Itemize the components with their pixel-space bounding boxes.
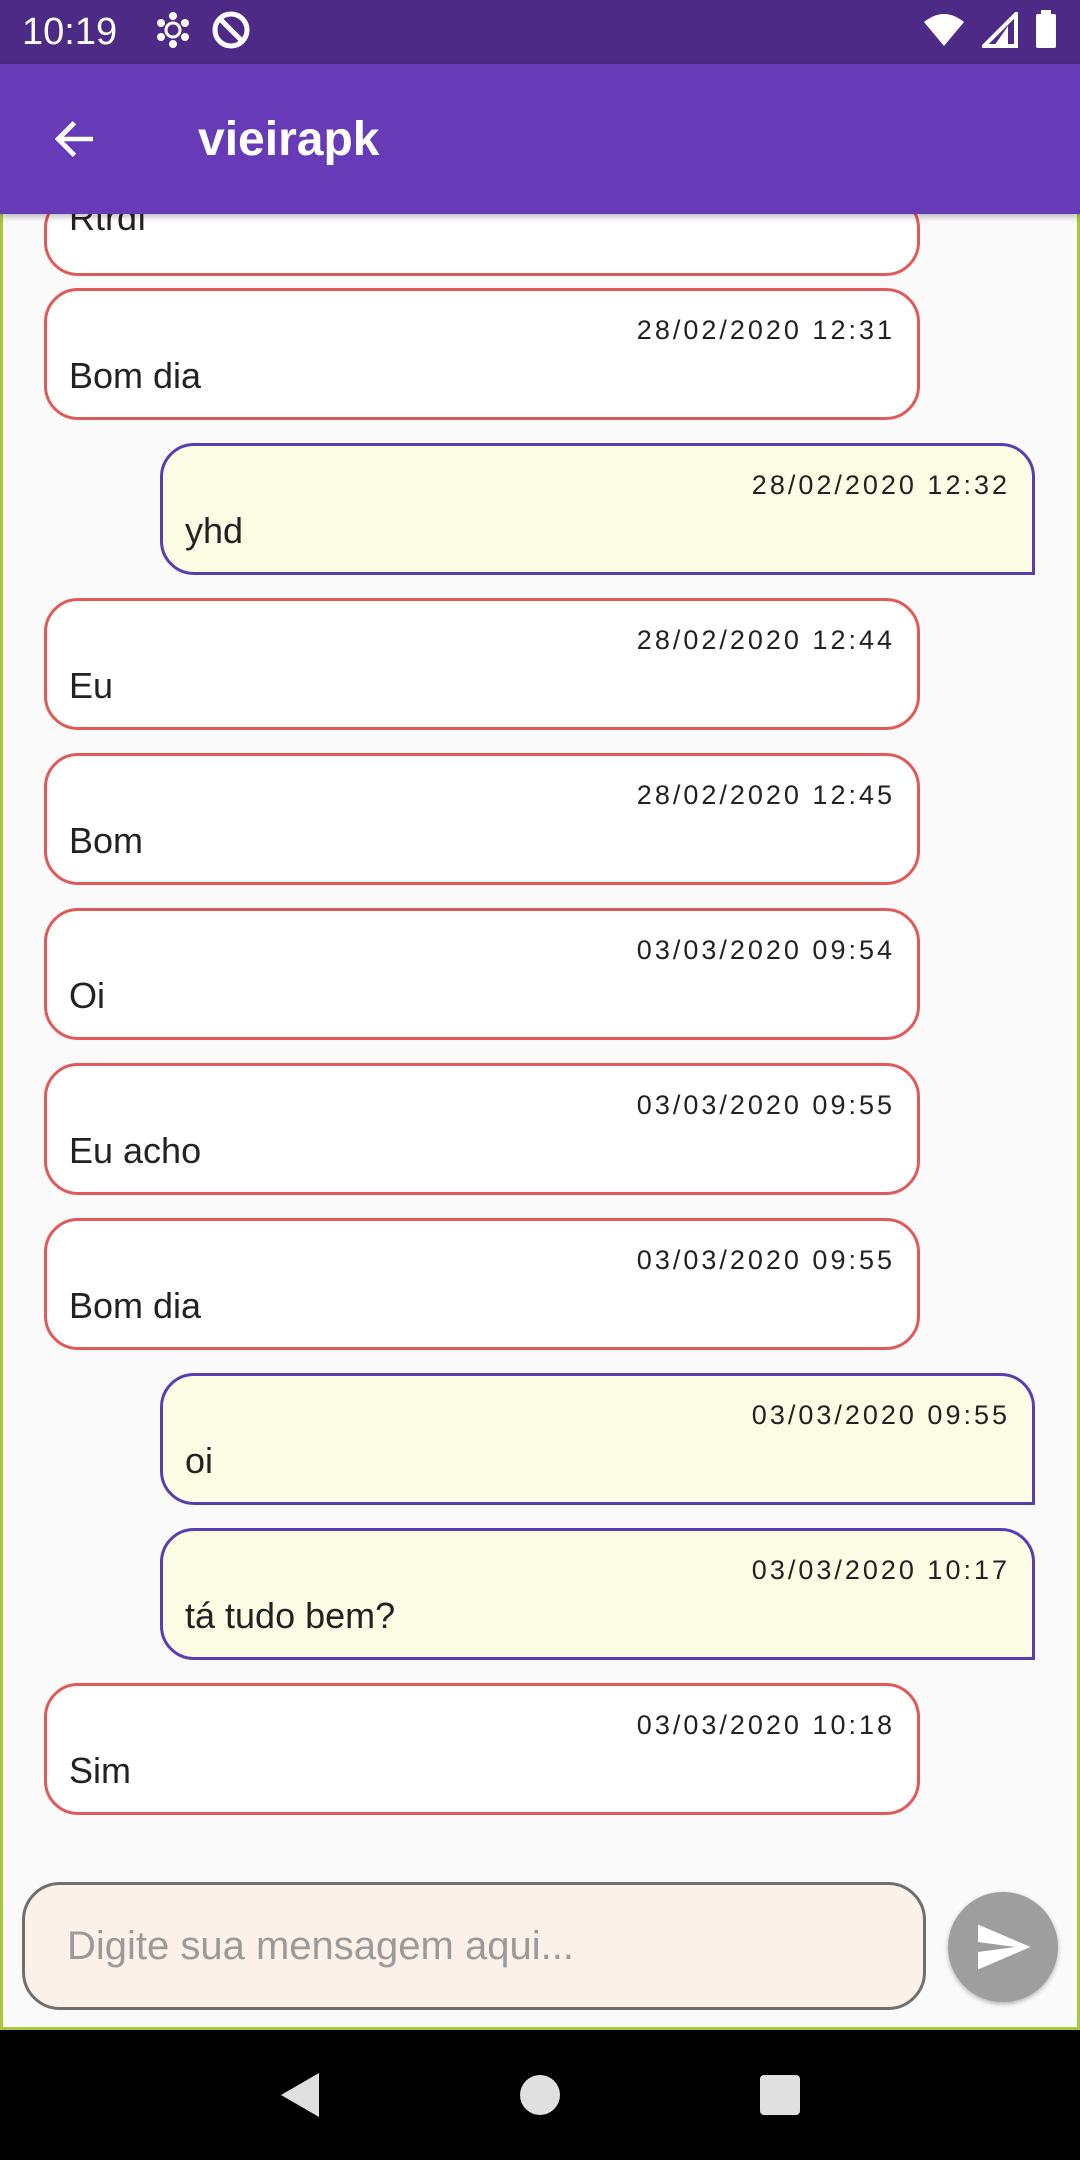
message-incoming: Rtrdf (44, 214, 920, 276)
square-recents-icon (760, 2075, 800, 2115)
notification-icons (153, 10, 251, 55)
message-text: Oi (69, 975, 105, 1016)
message-incoming: 28/02/2020 12:31 Bom dia (44, 288, 920, 420)
send-button[interactable] (948, 1892, 1058, 2002)
message-text: Sim (69, 1750, 131, 1791)
message-timestamp: 03/03/2020 09:55 (751, 1400, 1010, 1430)
wifi-icon (922, 12, 966, 53)
message-timestamp: 03/03/2020 09:54 (636, 935, 895, 965)
system-icons (922, 8, 1058, 55)
message-incoming: 03/03/2020 10:18 Sim (44, 1683, 920, 1815)
message-text: yhd (185, 510, 244, 551)
at-sign-icon (211, 10, 251, 55)
message-text: tá tudo bem? (185, 1595, 396, 1636)
message-timestamp: 28/02/2020 12:45 (636, 780, 895, 810)
message-incoming: 28/02/2020 12:45 Bom (44, 753, 920, 885)
message-outgoing: 03/03/2020 10:17 tá tudo bem? (160, 1528, 1035, 1660)
message-timestamp: 28/02/2020 12:44 (636, 625, 895, 655)
message-outgoing: 03/03/2020 09:55 oi (160, 1373, 1035, 1505)
message-incoming: 03/03/2020 09:55 Eu acho (44, 1063, 920, 1195)
message-timestamp: 03/03/2020 09:55 (636, 1245, 895, 1275)
message-outgoing: 28/02/2020 12:32 yhd (160, 443, 1035, 575)
message-text: Bom dia (69, 355, 202, 396)
gear-cluster-icon (153, 10, 193, 55)
message-timestamp: 28/02/2020 12:31 (636, 315, 895, 345)
message-incoming: 28/02/2020 12:44 Eu (44, 598, 920, 730)
nav-back-button[interactable] (260, 2055, 340, 2135)
arrow-back-icon (54, 121, 93, 157)
nav-home-button[interactable] (500, 2055, 580, 2135)
message-list[interactable]: Rtrdf 28/02/2020 12:31 Bom dia 28/02/202… (0, 214, 1080, 1864)
message-timestamp: 03/03/2020 10:18 (636, 1710, 895, 1740)
message-timestamp: 28/02/2020 12:32 (751, 470, 1010, 500)
message-input[interactable] (67, 1923, 881, 1969)
back-button[interactable] (0, 64, 150, 214)
send-icon (978, 1924, 1031, 1970)
system-nav-bar (0, 2030, 1080, 2160)
message-incoming: 03/03/2020 09:54 Oi (44, 908, 920, 1040)
app-bar: vieirapk (0, 64, 1080, 214)
message-text: Rtrdf (69, 214, 148, 238)
message-text: Eu (69, 665, 114, 706)
nav-recents-button[interactable] (740, 2055, 820, 2135)
message-composer[interactable] (22, 1882, 926, 2010)
message-text: Bom dia (69, 1285, 202, 1326)
message-incoming: 03/03/2020 09:55 Bom dia (44, 1218, 920, 1350)
message-text: oi (185, 1440, 214, 1481)
status-bar: 10:19 (0, 0, 1080, 64)
message-timestamp: 03/03/2020 10:17 (751, 1555, 1010, 1585)
chat-title: vieirapk (198, 112, 380, 166)
status-time: 10:19 (22, 10, 118, 53)
message-text: Eu acho (69, 1130, 202, 1171)
triangle-back-icon (281, 2073, 319, 2117)
battery-icon (1034, 9, 1058, 55)
message-text: Bom (69, 820, 144, 861)
circle-home-icon (520, 2075, 560, 2115)
signal-icon (979, 8, 1018, 53)
message-timestamp: 03/03/2020 09:55 (636, 1090, 895, 1120)
